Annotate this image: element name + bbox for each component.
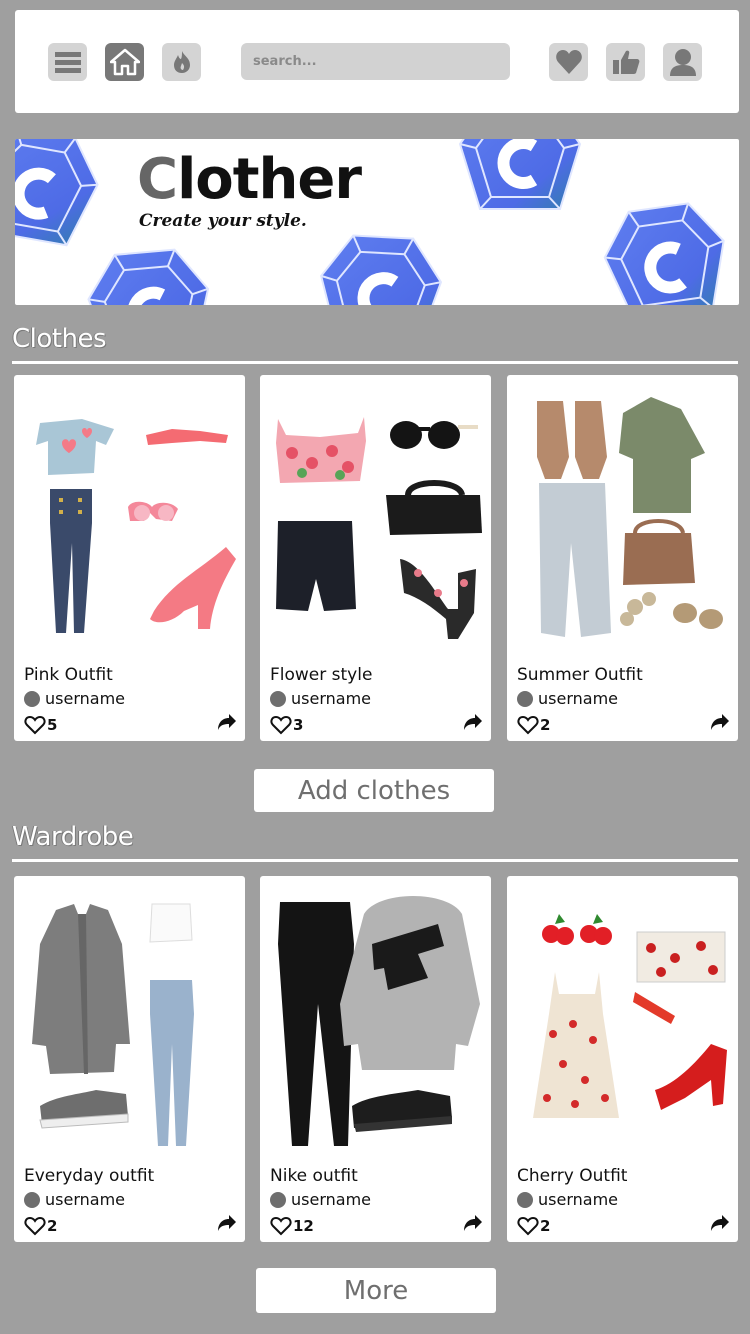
username: username [291, 689, 371, 708]
avatar [517, 690, 533, 707]
menu-button[interactable] [48, 43, 87, 81]
like-button[interactable]: 3 [270, 715, 303, 735]
outfit-image [32, 903, 194, 1146]
user-icon [669, 49, 696, 76]
card-user[interactable]: username [517, 689, 618, 708]
avatar [517, 1191, 533, 1208]
username: username [538, 689, 618, 708]
logo-pattern-icon [15, 139, 739, 305]
avatar [24, 1191, 40, 1208]
outfit-image [533, 914, 727, 1118]
outfit-image [36, 419, 236, 633]
card-title: Pink Outfit [24, 665, 113, 685]
share-icon[interactable] [710, 713, 730, 731]
brand-logo: Clother [137, 147, 362, 212]
card-title: Cherry Outfit [517, 1166, 628, 1186]
likes-button[interactable] [606, 43, 645, 81]
outfit-image [537, 397, 723, 637]
card-user[interactable]: username [24, 689, 125, 708]
heart-outline-icon [24, 715, 46, 735]
username: username [291, 1190, 371, 1209]
divider [12, 361, 738, 364]
card-user[interactable]: username [517, 1190, 618, 1209]
avatar [270, 690, 286, 707]
thumbs-up-icon [612, 50, 639, 74]
search-input[interactable] [241, 43, 510, 80]
like-count: 12 [293, 1217, 314, 1235]
like-button[interactable]: 2 [517, 715, 550, 735]
home-icon [109, 48, 140, 76]
outfit-card[interactable]: Summer Outfit username 2 [507, 375, 738, 741]
like-button[interactable]: 12 [270, 1216, 314, 1236]
card-user[interactable]: username [270, 1190, 371, 1209]
share-icon[interactable] [463, 713, 483, 731]
heart-outline-icon [517, 1216, 539, 1236]
card-title: Flower style [270, 665, 373, 685]
card-title: Summer Outfit [517, 665, 643, 685]
outfit-card[interactable]: Nike outfit username 12 [260, 876, 491, 1242]
more-button[interactable]: More [256, 1268, 496, 1313]
username: username [45, 689, 125, 708]
heart-outline-icon [517, 715, 539, 735]
share-icon[interactable] [463, 1214, 483, 1232]
heart-outline-icon [270, 1216, 292, 1236]
like-count: 5 [47, 716, 58, 734]
username: username [538, 1190, 618, 1209]
username: username [45, 1190, 125, 1209]
avatar [24, 690, 40, 707]
divider [12, 859, 738, 862]
heart-outline-icon [270, 715, 292, 735]
like-count: 2 [540, 716, 551, 734]
heart-outline-icon [24, 1216, 46, 1236]
profile-button[interactable] [663, 43, 702, 81]
outfit-card[interactable]: Flower style username 3 [260, 375, 491, 741]
outfit-card[interactable]: Everyday outfit username 2 [14, 876, 245, 1242]
card-title: Everyday outfit [24, 1166, 155, 1186]
like-button[interactable]: 2 [517, 1216, 550, 1236]
outfit-card[interactable]: Cherry Outfit username 2 [507, 876, 738, 1242]
add-clothes-button[interactable]: Add clothes [254, 769, 494, 812]
like-count: 2 [47, 1217, 58, 1235]
favorites-button[interactable] [549, 43, 588, 81]
like-button[interactable]: 2 [24, 1216, 57, 1236]
flame-icon [173, 51, 190, 73]
like-button[interactable]: 5 [24, 715, 57, 735]
share-icon[interactable] [710, 1214, 730, 1232]
outfit-image [276, 417, 482, 639]
heart-icon [555, 50, 582, 74]
top-bar [15, 10, 739, 113]
share-icon[interactable] [217, 1214, 237, 1232]
like-count: 3 [293, 716, 304, 734]
home-button[interactable] [105, 43, 144, 81]
brand-tagline: Create your style. [139, 211, 307, 231]
card-title: Nike outfit [270, 1166, 358, 1186]
avatar [270, 1191, 286, 1208]
share-icon[interactable] [217, 713, 237, 731]
menu-icon [54, 52, 81, 73]
outfit-card[interactable]: Pink Outfit username 5 [14, 375, 245, 741]
brand-banner: Clother Create your style. [15, 139, 739, 305]
section-title-wardrobe: Wardrobe [12, 822, 134, 852]
section-title-clothes: Clothes [12, 324, 107, 354]
trending-button[interactable] [162, 43, 201, 81]
like-count: 2 [540, 1217, 551, 1235]
card-user[interactable]: username [24, 1190, 125, 1209]
outfit-image [278, 896, 480, 1146]
card-user[interactable]: username [270, 689, 371, 708]
